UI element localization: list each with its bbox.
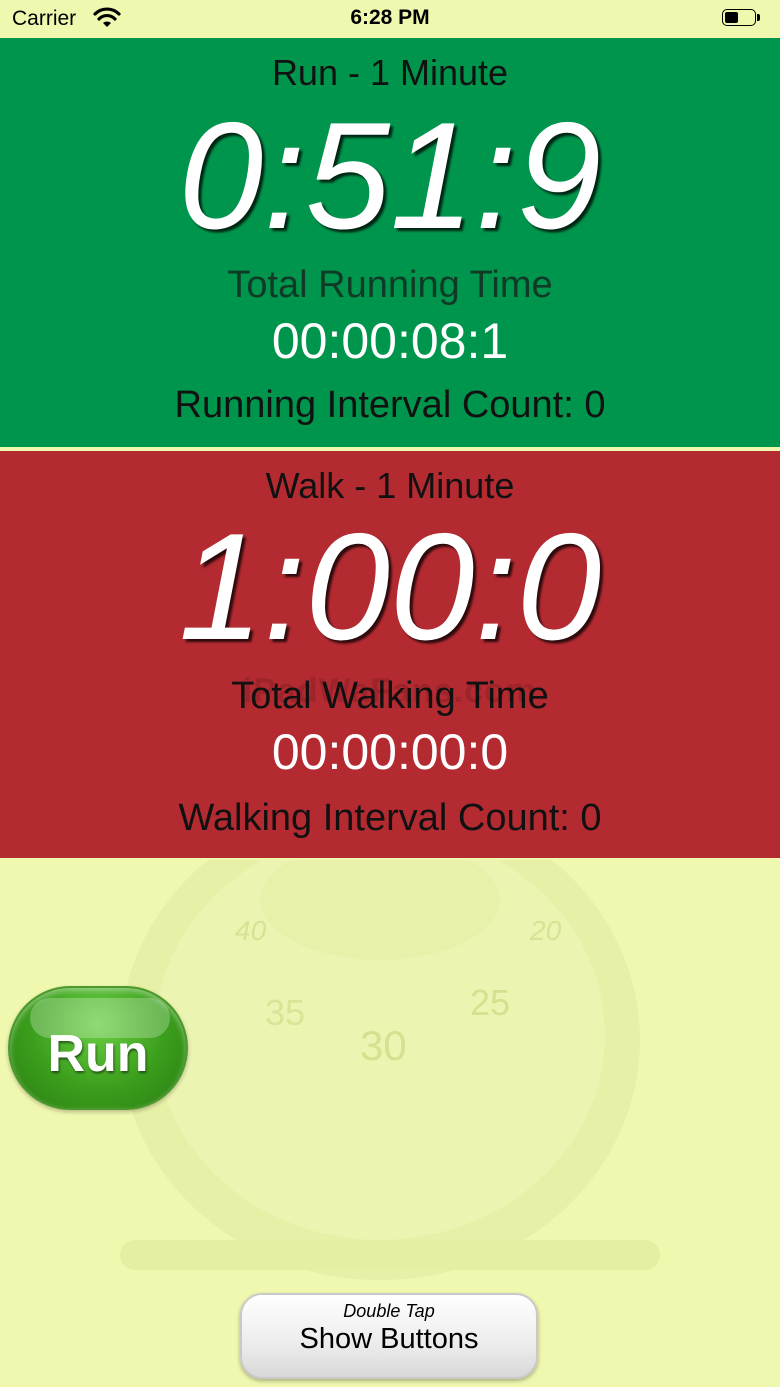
total-running-time-value: 00:00:08:1 [271,313,509,369]
show-buttons-label: Show Buttons [299,1323,479,1355]
dial-label-35: 35 [265,992,305,1033]
battery-icon [722,9,762,28]
dial-label-20: 20 [529,915,562,946]
total-running-time-label: Total Running Time [227,264,553,306]
total-walking-time-value: 00:00:00:0 [271,724,509,780]
run-button-label: Run [47,1025,149,1083]
running-interval-count: Running Interval Count: 0 [174,384,606,426]
status-bar: Carrier 6:28 PM [0,0,780,38]
walk-interval-title: Walk - 1 Minute [265,465,515,506]
dial-label-30: 30 [360,1022,407,1069]
double-tap-hint: Double Tap [343,1301,435,1321]
watermark: iPadWaFans.com [242,672,538,710]
walk-countdown: 1:00:0 [178,502,602,672]
run-interval-panel[interactable]: Run - 1 Minute 0:51:9 Total Running Time… [0,38,780,447]
dial-label-25: 25 [470,982,510,1023]
show-buttons-button[interactable]: Double Tap Show Buttons [240,1293,538,1379]
status-time: 6:28 PM [350,6,430,29]
run-interval-title: Run - 1 Minute [271,52,509,93]
run-button[interactable]: Run [8,986,188,1110]
dial-label-40: 40 [235,915,267,946]
walking-interval-count: Walking Interval Count: 0 [178,797,602,839]
walk-interval-panel[interactable]: Walk - 1 Minute 1:00:0 Total Walking Tim… [0,451,780,858]
run-countdown: 0:51:9 [178,91,602,261]
